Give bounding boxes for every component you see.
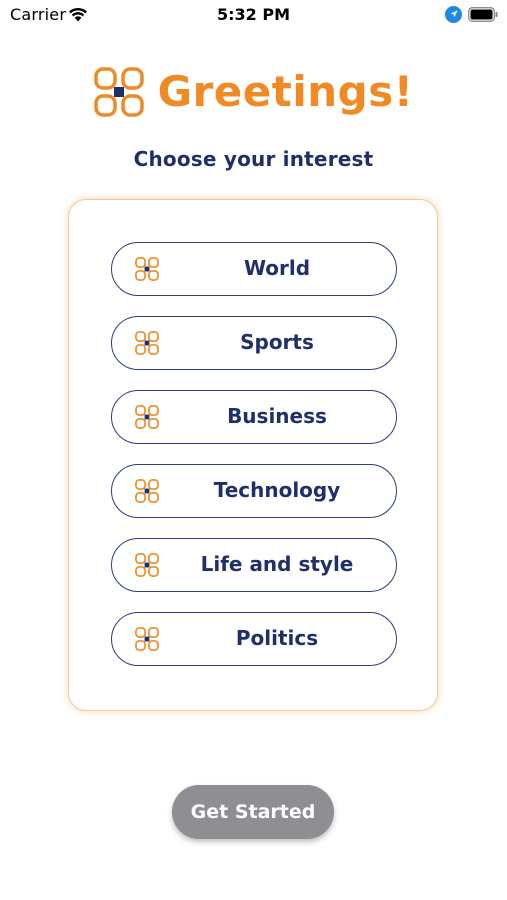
grid-logo-icon xyxy=(135,627,159,651)
app-title: Greetings! xyxy=(157,67,414,116)
page-subtitle: Choose your interest xyxy=(133,147,374,171)
interest-button-world[interactable]: World xyxy=(111,242,397,296)
interest-button-sports[interactable]: Sports xyxy=(111,316,397,370)
location-arrow-icon xyxy=(445,6,462,23)
interest-button-life-and-style[interactable]: Life and style xyxy=(111,538,397,592)
grid-logo-icon xyxy=(94,67,144,117)
interest-button-business[interactable]: Business xyxy=(111,390,397,444)
app-screen: Carrier 5:32 PM Greetings! Choose your i… xyxy=(0,0,507,900)
interest-label: Business xyxy=(227,404,327,428)
interest-label: Life and style xyxy=(200,552,354,576)
interest-label: World xyxy=(243,256,311,280)
interest-label: Technology xyxy=(213,478,341,502)
interest-label: Politics xyxy=(235,626,319,650)
app-header: Greetings! xyxy=(0,62,507,122)
grid-logo-icon xyxy=(135,479,159,503)
grid-logo-icon xyxy=(135,553,159,577)
interest-button-politics[interactable]: Politics xyxy=(111,612,397,666)
interest-label: Sports xyxy=(240,330,314,354)
status-time: 5:32 PM xyxy=(216,5,290,24)
interest-card: World Sports Business Technology Life an… xyxy=(68,199,438,711)
grid-logo-icon xyxy=(135,405,159,429)
grid-logo-icon xyxy=(135,257,159,281)
interest-button-technology[interactable]: Technology xyxy=(111,464,397,518)
status-bar: Carrier 5:32 PM xyxy=(0,0,507,30)
get-started-button[interactable]: Get Started xyxy=(172,785,334,839)
battery-icon xyxy=(468,7,498,22)
grid-logo-icon xyxy=(135,331,159,355)
